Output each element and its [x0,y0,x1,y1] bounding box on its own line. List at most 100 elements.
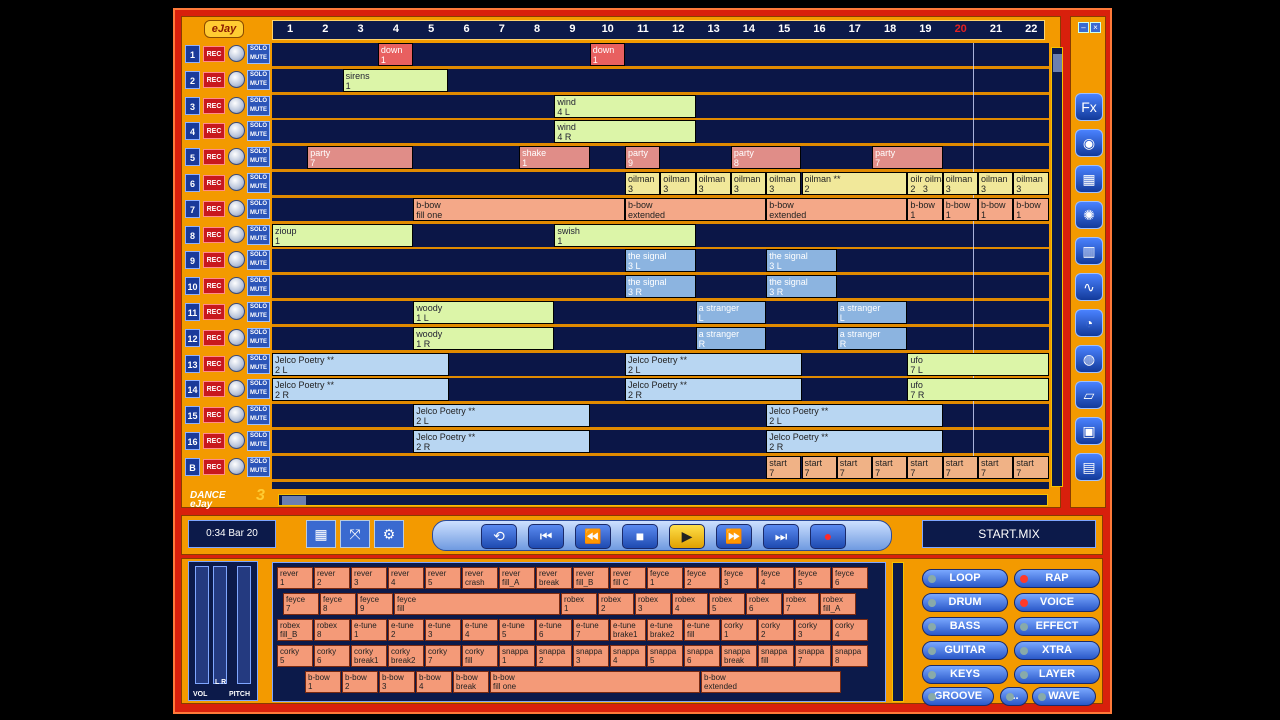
track-number[interactable]: 6 [185,174,200,192]
rec-button[interactable]: REC [203,149,225,166]
arranger-vertical-scrollbar[interactable] [1051,47,1063,487]
solo-mute-button[interactable]: SOLO MUTE [247,224,270,245]
sample-button[interactable]: e-tune 6 [536,619,572,641]
volume-knob[interactable] [228,303,245,320]
sample-button[interactable]: robex 6 [746,593,782,615]
sample-button[interactable]: rever 3 [351,567,387,589]
volume-knob[interactable] [228,328,245,346]
tilde-icon[interactable]: ∿ [1075,273,1103,301]
volume-knob[interactable] [228,70,245,88]
go-to-start-button[interactable]: ⏮ [528,524,564,549]
sample-button[interactable]: corky 6 [314,645,350,667]
sample-block[interactable]: Jelco Poetry ** 2 R [272,378,449,402]
solo-mute-button[interactable]: SOLO MUTE [247,405,270,426]
solo-mute-button[interactable]: SOLO MUTE [247,198,270,219]
loop-button[interactable]: ⟲ [481,524,517,549]
track-number[interactable]: 1 [185,45,200,63]
sample-block[interactable]: oilman 3 [730,172,767,195]
sample-block[interactable]: oilman 3 [766,172,802,195]
sample-button[interactable]: feyce 1 [647,567,683,589]
sample-button[interactable]: corky 3 [795,619,831,641]
track-lane[interactable] [272,326,1049,350]
sample-button[interactable]: rever 1 [277,567,313,589]
sample-button[interactable]: rever crash [462,567,498,589]
sample-block[interactable]: down 1 [589,43,625,66]
sample-button[interactable]: rever break [536,567,572,589]
sample-block[interactable]: b-bow 1 [907,197,943,221]
sample-button[interactable]: corky 1 [721,619,757,641]
sample-button[interactable]: e-tune 4 [462,619,498,641]
sample-button[interactable]: robex 5 [709,593,745,615]
rec-button[interactable]: REC [203,355,225,372]
sample-block[interactable]: the signal 3 R [625,275,696,299]
sample-block[interactable]: sirens 1 [342,68,449,92]
sample-block[interactable]: down 1 [377,43,414,66]
sample-block[interactable]: oilman 3 [942,172,978,195]
sample-block[interactable]: ufo 7 R [907,378,1049,402]
sample-button[interactable]: e-tune brake2 [647,619,683,641]
sample-button[interactable]: snappa 2 [536,645,572,667]
volume-knob[interactable] [228,122,245,140]
sample-button[interactable]: snappa 8 [832,645,868,667]
sample-block[interactable]: b-bow 1 [942,197,978,221]
settings-icon[interactable]: ⚙ [374,520,404,548]
solo-mute-button[interactable]: SOLO MUTE [247,147,270,168]
sample-block[interactable]: party 7 [872,146,943,170]
sample-button[interactable]: snappa 5 [647,645,683,667]
category-effect-button[interactable]: EFFECT [1014,617,1100,636]
sample-button[interactable]: feyce 9 [357,593,393,615]
track-number[interactable]: 12 [185,328,200,347]
rec-button[interactable]: REC [203,329,225,346]
track-number[interactable]: 14 [185,380,200,399]
wave-icon[interactable]: ✺ [1075,201,1103,229]
category-xtra-button[interactable]: XTRA [1014,641,1100,660]
sample-button[interactable]: snappa 1 [499,645,535,667]
sample-button[interactable]: robex 8 [314,619,350,641]
track-number[interactable]: 7 [185,199,200,218]
sample-block[interactable]: party 7 [307,146,414,170]
sample-block[interactable]: swish 1 [554,223,696,247]
rec-button[interactable]: REC [203,97,225,114]
sample-block[interactable]: start 7 [978,455,1014,479]
volume-knob[interactable] [228,96,245,114]
sample-button[interactable]: corky break1 [351,645,387,667]
solo-mute-button[interactable]: SOLO MUTE [247,173,270,193]
solo-mute-button[interactable]: SOLO MUTE [247,95,270,116]
sample-block[interactable]: woody 1 L [413,301,555,324]
rec-button[interactable]: REC [203,433,225,449]
volume-knob[interactable] [228,354,245,372]
sample-block[interactable]: shake 1 [519,146,590,170]
sample-block[interactable]: party 9 [625,146,661,170]
rec-button[interactable]: REC [203,381,225,398]
scroll-thumb[interactable] [282,496,306,505]
sample-button[interactable]: feyce 8 [320,593,356,615]
solo-mute-button[interactable]: SOLO MUTE [247,69,270,90]
category-guitar-button[interactable]: GUITAR [922,641,1008,660]
volume-knob[interactable] [228,277,245,295]
sample-button[interactable]: snappa fill [758,645,794,667]
sample-button[interactable]: e-tune 7 [573,619,609,641]
sample-button[interactable]: corky fill [462,645,498,667]
sample-button[interactable]: feyce 6 [832,567,868,589]
volume-knob[interactable] [228,406,245,424]
sample-block[interactable]: Jelco Poetry ** 2 R [625,378,802,402]
sample-block[interactable]: ufo 7 L [907,352,1049,376]
category-groove-button[interactable]: GROOVE [922,687,994,706]
sample-block[interactable]: oilman 3 [1013,172,1049,195]
sample-button[interactable]: robex 3 [635,593,671,615]
track-number[interactable]: 9 [185,251,200,270]
sample-button[interactable]: e-tune 1 [351,619,387,641]
sample-block[interactable]: start 7 [942,455,978,479]
sample-block[interactable]: wind 4 L [554,94,696,118]
pitch-fader[interactable] [237,566,251,684]
sample-block[interactable]: the signal 3 L [625,249,696,273]
globe-icon[interactable]: ◍ [1075,345,1103,373]
rec-button[interactable]: REC [203,46,225,62]
sample-button[interactable]: e-tune 5 [499,619,535,641]
rec-button[interactable]: REC [203,200,225,217]
go-to-end-button[interactable]: ⏭ [763,524,799,549]
loop-edit-icon[interactable]: ⤧ [340,520,370,548]
category--button[interactable]: ... [1000,687,1028,706]
scroll-thumb[interactable] [1053,54,1062,72]
sample-block[interactable]: oilman 3 [978,172,1014,195]
